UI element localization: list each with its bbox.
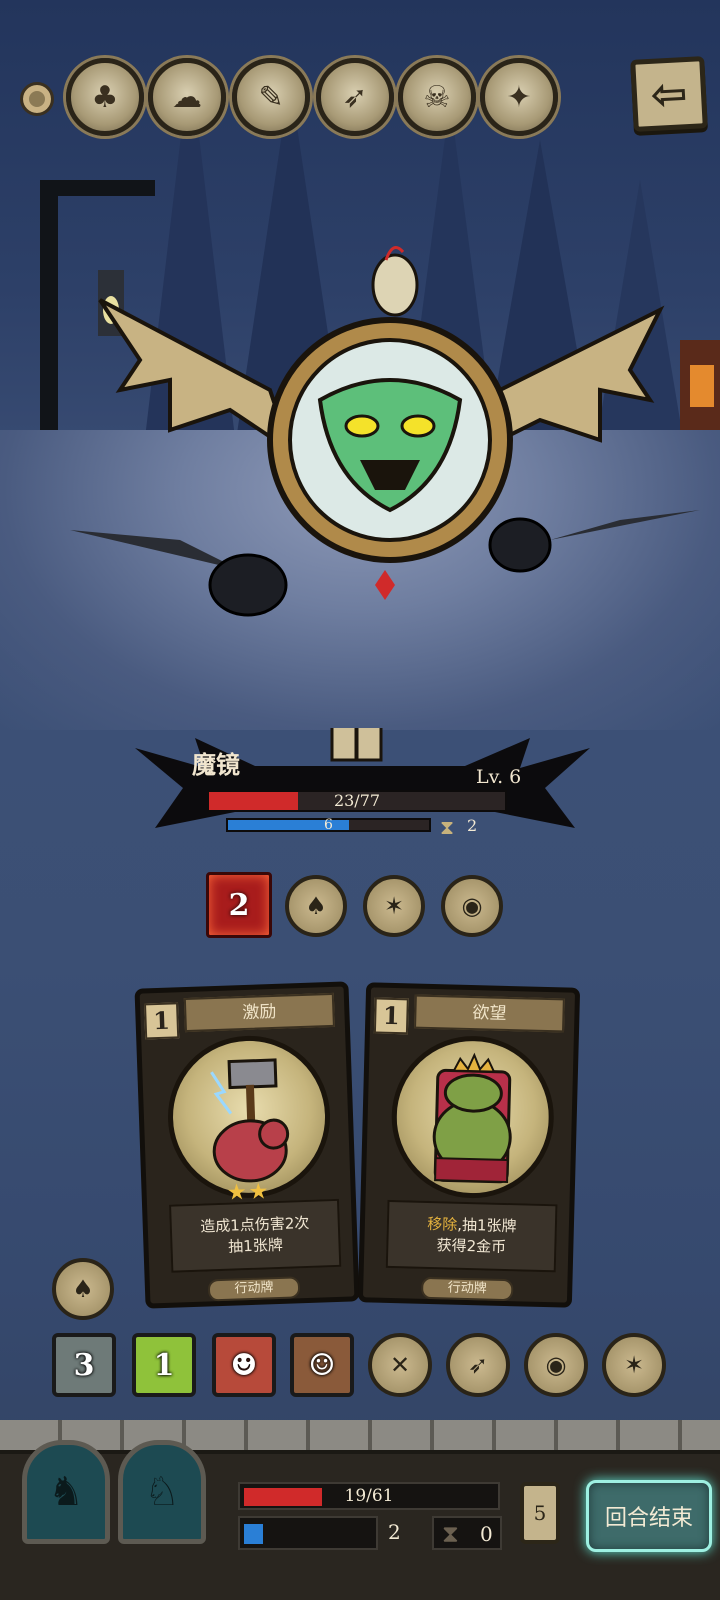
card-title: 激励 [183,992,335,1033]
card-desc-line-1: 造成1点伤害2次 [199,1213,310,1236]
item-bandit[interactable]: ☺ [290,1333,354,1397]
card-art [389,1033,556,1201]
player-hourglass: ⧗ 0 [432,1516,502,1550]
hourglass-icon: ⧗ [442,1520,459,1548]
card-type: 行动牌 [420,1276,514,1302]
feather-relic-icon: ➶ [342,79,368,115]
mask-item-icon: ☻ [230,1347,258,1383]
hourglass-icon: ⧗ [440,815,455,839]
back-button[interactable]: ⇦ [630,56,708,132]
relic-slot-3[interactable]: ✎ [232,58,310,136]
relic-slot-5[interactable]: ☠ [398,58,476,136]
card-desc-line-1: 移除,抽1张牌 [427,1214,517,1237]
enemy-status-1[interactable]: ♠ [285,875,347,937]
card-desc-line-2: 获得2金币 [436,1236,507,1257]
card-cost: 1 [373,997,409,1035]
enemy-hp-text: 23/77 [333,791,381,810]
card-art [165,1033,333,1201]
card-desc-line-2: 抽1张牌 [227,1235,284,1256]
tree-stump-relic-icon: ♣ [91,79,119,115]
card-description: 移除,抽1张牌 获得2金币 [385,1199,558,1273]
ghost-relic-icon: ☁ [172,79,202,115]
enemy-hourglass-value: 2 [467,816,478,835]
ninja-hero-icon: ♘ [144,1469,180,1515]
item-leaf[interactable]: 1 [132,1333,196,1397]
card-desc-line-1-rest: ,抽1张牌 [457,1215,517,1236]
bat-item-icon: ✶ [623,1351,645,1379]
item-coin[interactable]: ◉ [524,1333,588,1397]
rogue-hero-icon: ♞ [48,1469,84,1515]
bat-status-icon: ✶ [383,892,405,920]
enemy-hp-bar: 23/77 [207,790,507,812]
hand-card-1[interactable]: 1 激励 ★★ 造成1点伤害2次 抽1张牌 行动牌 [134,981,360,1309]
end-turn-label: 回合结束 [604,1506,693,1531]
card-type: 行动牌 [207,1276,301,1302]
player-hp-text: 19/61 [344,1486,394,1506]
hero-portrait-1[interactable]: ♞ [22,1440,110,1544]
player-hp-bar: 19/61 [238,1482,500,1510]
back-arrow-icon: ⇦ [649,67,689,121]
hand-card-2[interactable]: 1 欲望 移除,抽1张牌 获得2金币 行动牌 [357,982,581,1308]
player-hourglass-value: 0 [480,1522,493,1546]
dagger-relic-icon: ✦ [506,79,532,115]
enemy-mp-text: 6 [324,817,333,833]
relic-slot-6[interactable]: ✦ [480,58,558,136]
magic-mirror-enemy[interactable] [60,240,710,620]
item-arrows[interactable]: ➶ [446,1333,510,1397]
card-desc-highlight: 移除 [427,1214,458,1234]
hood-button-icon: ♠ [72,1275,94,1303]
stone-item-count: 3 [73,1347,95,1383]
coin-status-icon: ◉ [461,892,483,920]
bandit-item-icon: ☺ [308,1347,336,1383]
demon-relic-icon: ☠ [423,79,451,115]
relic-slot-4[interactable]: ➶ [316,58,394,136]
item-crossbow[interactable]: ✕ [368,1333,432,1397]
enemy-status-2[interactable]: ✶ [363,875,425,937]
intent-value: 2 [228,887,250,923]
player-mp-value: 2 [388,1520,401,1544]
hero-portrait-2[interactable]: ♘ [118,1440,206,1544]
player-mp-fill [244,1524,263,1544]
draw-pile-count[interactable]: 5 [520,1482,560,1544]
relic-slot-1[interactable]: ♣ [66,58,144,136]
scroll-relic-icon: ✎ [258,79,284,115]
enemy-mp-bar: 6 [226,817,431,833]
card-title: 欲望 [414,994,565,1033]
item-mask[interactable]: ☻ [212,1333,276,1397]
relic-slot-2[interactable]: ☁ [148,58,226,136]
coin-item-icon: ◉ [545,1351,567,1379]
hood-skill-button[interactable]: ♠ [52,1258,114,1320]
enemy-attack-intent[interactable]: 2 [206,872,272,938]
player-mp-bar [238,1516,378,1550]
end-turn-button[interactable]: 回合结束 [586,1480,712,1552]
item-bat[interactable]: ✶ [602,1333,666,1397]
stone-wall-border [0,1420,720,1454]
enemy-status-3[interactable]: ◉ [441,875,503,937]
hood-status-icon: ♠ [305,892,327,920]
leaf-item-count: 1 [153,1347,175,1383]
item-stone[interactable]: 3 [52,1333,116,1397]
card-description: 造成1点伤害2次 抽1张牌 [169,1198,342,1273]
crossbow-item-icon: ✕ [389,1351,411,1379]
arrows-item-icon: ➶ [467,1351,489,1379]
enemy-name: 魔镜 [192,751,240,779]
enemy-level: Lv. 6 [476,766,522,788]
card-cost: 1 [143,1002,180,1040]
relic-indicator-dot[interactable] [20,82,54,116]
